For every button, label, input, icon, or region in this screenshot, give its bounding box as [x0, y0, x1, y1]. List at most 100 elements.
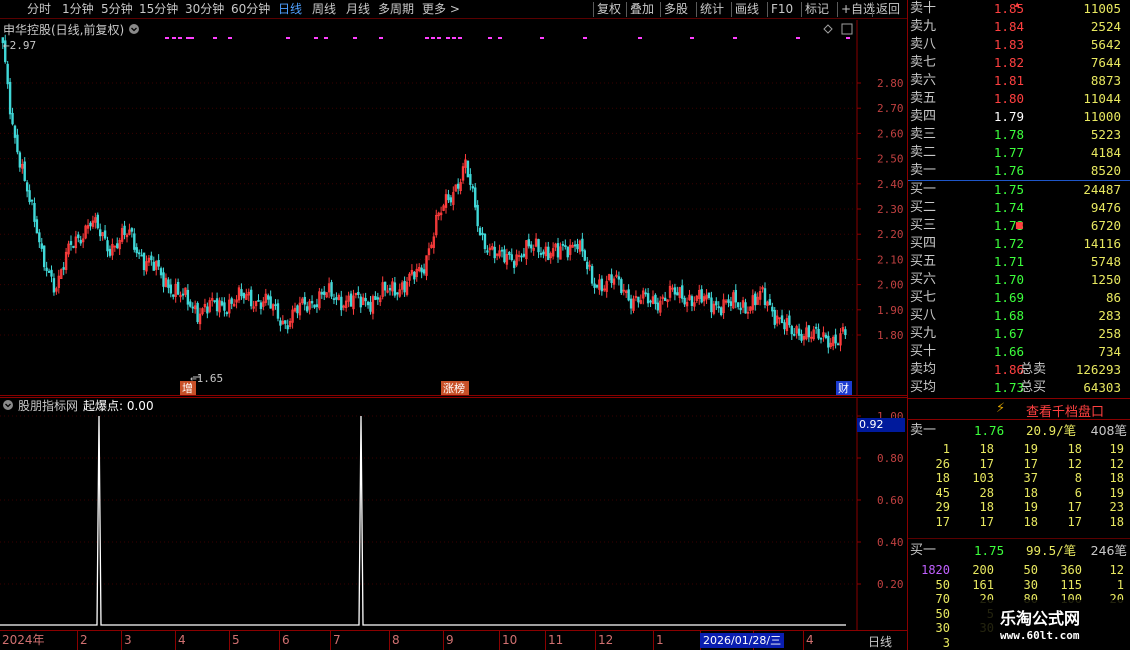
toolbar-item-6[interactable]: 日线	[278, 2, 302, 16]
toolbar-action-4[interactable]: 画线	[735, 2, 759, 16]
bid-row-2[interactable]: 买二 1.74 9476	[908, 199, 1130, 217]
indicator-subtitle: 起爆点: 0.00	[83, 399, 154, 413]
toolbar-item-5[interactable]: 60分钟	[231, 2, 270, 16]
bid-row-5[interactable]: 买五 1.71 5748	[908, 253, 1130, 271]
ask-row-8[interactable]: 卖三 1.78 5223	[908, 126, 1130, 144]
toolbar-action-5[interactable]: F10	[771, 2, 793, 16]
bid-row-6[interactable]: 买六 1.70 1250	[908, 271, 1130, 289]
price-tick-8: 2.00	[877, 279, 904, 292]
level-label: 买九	[910, 326, 937, 341]
view-thousand-depth-button[interactable]: ⚡ 查看千档盘口	[908, 398, 1130, 420]
toolbar-action-8[interactable]: 返回	[876, 2, 900, 16]
toolbar-action-6[interactable]: 标记	[805, 2, 829, 16]
event-marker-2: 财	[838, 381, 849, 395]
level-label: 买四	[910, 236, 937, 251]
queue-row: 1820 200 50 360 12	[921, 563, 1124, 577]
level-volume: 11044	[1083, 91, 1121, 106]
indicator-chart[interactable]: 1.000.800.600.400.20 股朋指标网 起爆点: 0.00	[0, 397, 907, 630]
level-volume: 734	[1098, 344, 1121, 359]
signal-line	[0, 415, 846, 626]
toolbar-item-1[interactable]: 1分钟	[62, 2, 94, 16]
level-volume: 9476	[1090, 200, 1121, 215]
level-volume: 11005	[1083, 1, 1121, 16]
level-price: 1.67	[993, 326, 1024, 341]
toolbar-action-2[interactable]: 多股	[664, 2, 688, 16]
toolbar-item-4[interactable]: 30分钟	[185, 2, 224, 16]
buy-queue-header: 买一 1.75 99.5/笔 246笔	[908, 541, 1130, 561]
level-volume: 24487	[1083, 182, 1121, 197]
ask-row-5[interactable]: 卖六 1.81 8873	[908, 72, 1130, 90]
bid-row-8[interactable]: 买八 1.68 283	[908, 307, 1130, 325]
indicator-tick-4: 0.20	[877, 578, 904, 591]
level-price: 1.81	[993, 73, 1024, 88]
ask-row-3[interactable]: 卖八 1.83 5642	[908, 36, 1130, 54]
level-price: 1.76	[993, 163, 1024, 178]
sell-queue-avg: 20.9/笔	[1026, 423, 1077, 438]
title-menu-icon	[129, 24, 139, 34]
ask-row-9[interactable]: 卖二 1.77 4184	[908, 144, 1130, 162]
ask-row-6[interactable]: 卖五 1.80 11044	[908, 90, 1130, 108]
timeline-label-4: 5	[232, 633, 240, 647]
toolbar-action-3[interactable]: 统计	[700, 2, 724, 16]
price-tick-7: 2.10	[877, 253, 904, 266]
quote-panel: 卖十 1.85 11005 卖九 1.84 2524 卖八 1.83 5642 卖七 1.82 764…	[907, 0, 1130, 650]
cursor-date: 2026/01/28/三	[700, 633, 785, 648]
timeline-label-2: 3	[124, 633, 132, 647]
toolbar-action-0[interactable]: 复权	[597, 2, 621, 16]
bid-row-4[interactable]: 买四 1.72 14116	[908, 235, 1130, 253]
bid-row-10[interactable]: 买十 1.66 734	[908, 343, 1130, 361]
ask-row-4[interactable]: 卖七 1.82 7644	[908, 54, 1130, 72]
level-label: 买八	[910, 308, 937, 323]
level-volume: 5642	[1090, 37, 1121, 52]
indicator-menu-icon	[3, 400, 13, 410]
level-price: 1.72	[993, 236, 1024, 251]
level-volume: 7644	[1090, 55, 1121, 70]
up-marker-icon: ▴	[1015, 0, 1020, 10]
date-timeline[interactable]: 2024年234567891011121234 2026/01/28/三 日线	[0, 630, 907, 650]
price-tick-6: 2.20	[877, 228, 904, 241]
bid-row-9[interactable]: 买九 1.67 258	[908, 325, 1130, 343]
kline-chart[interactable]: 2.80 2.70 2.60 2.50 2.40 2.30 2.20 2.10 2.00 1.90…	[0, 20, 907, 396]
buy-queue-label: 买一	[910, 543, 937, 558]
ask-row-7[interactable]: 卖四 1.79 11000	[908, 108, 1130, 126]
timeline-label-9: 10	[502, 633, 518, 647]
level-label: 卖九	[910, 19, 937, 34]
watermark-url: www.60lt.com	[1000, 629, 1080, 642]
queue-row: 26 17 17 12 12	[935, 456, 1124, 471]
toolbar-item-0[interactable]: 分时	[27, 2, 51, 16]
price-tick-10: 1.80	[877, 329, 904, 342]
toolbar-action-7[interactable]: +自选	[841, 2, 875, 16]
sell-queue-grid: 1 18 19 18 19 26 17 17 12 12 18 103 37 8 18 45 28 18 6 19 29…	[908, 442, 1130, 530]
level-label: 买六	[910, 272, 937, 287]
level-label: 卖二	[910, 145, 937, 160]
bid-row-1[interactable]: 买一 1.75 24487	[908, 181, 1130, 199]
toolbar-item-9[interactable]: 多周期	[378, 2, 414, 16]
level-price: 1.77	[993, 145, 1024, 160]
timeline-label-7: 8	[392, 633, 400, 647]
bid-row-7[interactable]: 买七 1.69 86	[908, 289, 1130, 307]
sell-queue-price: 1.76	[974, 423, 1005, 438]
ask-row-2[interactable]: 卖九 1.84 2524	[908, 18, 1130, 36]
level-price: 1.80	[993, 91, 1024, 106]
high-price-label: ←2.97	[3, 39, 36, 52]
toolbar-item-7[interactable]: 周线	[312, 2, 336, 16]
level-label: 卖一	[910, 163, 937, 178]
level-label: 卖六	[910, 73, 937, 88]
price-tick-2: 2.60	[877, 127, 904, 140]
toolbar-item-10[interactable]: 更多 >	[422, 2, 460, 16]
ask-row-10[interactable]: 卖一 1.76 8520	[908, 162, 1130, 180]
level-volume: 11000	[1083, 109, 1121, 124]
level-label: 卖三	[910, 127, 937, 142]
timeline-label-10: 11	[548, 633, 564, 647]
toolbar-item-8[interactable]: 月线	[346, 2, 370, 16]
toolbar-item-2[interactable]: 5分钟	[101, 2, 133, 16]
level-label: 卖七	[910, 55, 937, 70]
toolbar-action-1[interactable]: 叠加	[630, 2, 654, 16]
level-price: 1.71	[993, 254, 1024, 269]
level-volume: 258	[1098, 326, 1121, 341]
toolbar-item-3[interactable]: 15分钟	[139, 2, 178, 16]
period-label[interactable]: 日线	[868, 633, 892, 650]
bid-marker-icon: ■	[1015, 221, 1024, 231]
queue-row: 50 161 30 115 1	[935, 577, 1124, 592]
price-tick-1: 2.70	[877, 102, 904, 115]
